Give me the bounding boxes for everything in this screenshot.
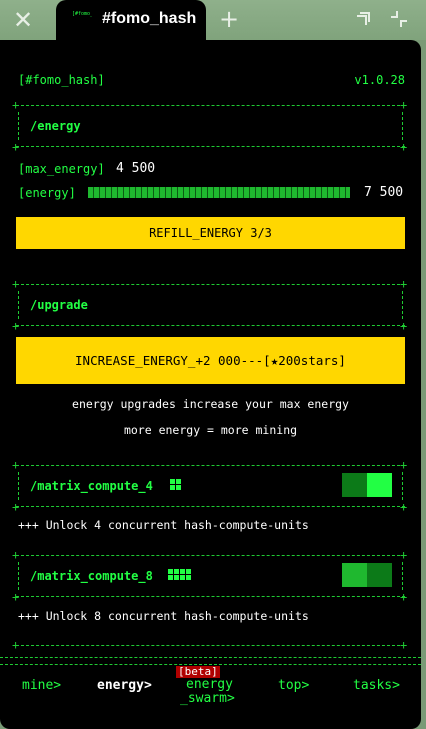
app-favicon-icon: [#fomo_hash] xyxy=(72,11,92,17)
refill-energy-button[interactable]: REFILL_ENERGY 3/3 xyxy=(16,217,405,249)
upgrade-info-text: more energy = more mining xyxy=(123,423,298,437)
energy-section-header: /energy xyxy=(16,105,405,147)
corner-plus: + xyxy=(12,638,20,652)
corner-plus: + xyxy=(400,458,408,472)
energy-value: 7 500 xyxy=(364,185,404,200)
nav-top[interactable]: top> xyxy=(278,678,309,693)
corner-plus: + xyxy=(400,548,408,562)
corner-plus: + xyxy=(400,98,408,112)
energy-progress-bar xyxy=(88,187,350,198)
feature-description: +++ Unlock 8 concurrent hash-compute-uni… xyxy=(18,609,309,623)
corner-plus: + xyxy=(12,98,20,112)
matrix-compute-8-toggle[interactable] xyxy=(342,563,392,587)
grid-2x2-icon xyxy=(170,479,181,490)
corner-plus: + xyxy=(12,500,20,514)
section-divider xyxy=(16,645,405,646)
feature-title: /matrix_compute_4 xyxy=(30,479,153,493)
corner-plus: + xyxy=(400,319,408,333)
restore-window-icon[interactable] xyxy=(354,10,372,28)
corner-plus: + xyxy=(12,458,20,472)
collapse-window-icon[interactable] xyxy=(390,10,408,28)
nav-energy-swarm[interactable]: energy _swarm> xyxy=(180,678,235,706)
energy-label: [energy] xyxy=(18,186,76,200)
feature-description: +++ Unlock 4 concurrent hash-compute-uni… xyxy=(18,518,309,532)
feature-title: /matrix_compute_8 xyxy=(30,569,153,583)
corner-plus: + xyxy=(400,277,408,291)
nav-mine[interactable]: mine> xyxy=(22,678,61,693)
nav-tasks[interactable]: tasks> xyxy=(353,678,400,693)
energy-section-title: /energy xyxy=(30,119,81,133)
corner-plus: + xyxy=(400,140,408,154)
corner-plus: + xyxy=(12,277,20,291)
corner-plus: + xyxy=(12,319,20,333)
grid-4x2-icon xyxy=(168,569,191,580)
max-energy-label: [max_energy] xyxy=(18,162,105,176)
nav-separator xyxy=(0,657,421,665)
browser-tab-bar: ✕ [#fomo_hash] #fomo_hash + xyxy=(0,0,426,40)
app-version: v1.0.28 xyxy=(354,73,405,87)
app-panel: [#fomo_hash] v1.0.28 /energy + + + + [ma… xyxy=(0,40,421,729)
nav-energy-swarm-line1: energy xyxy=(186,677,233,692)
matrix-compute-4-toggle[interactable] xyxy=(342,473,392,497)
tab-title: #fomo_hash xyxy=(102,10,197,27)
corner-plus: + xyxy=(12,548,20,562)
corner-plus: + xyxy=(400,590,408,604)
max-energy-value: 4 500 xyxy=(116,161,156,176)
corner-plus: + xyxy=(12,590,20,604)
increase-energy-button[interactable]: INCREASE_ENERGY_+2 000---[★200stars] xyxy=(16,337,405,384)
app-name: [#fomo_hash] xyxy=(18,73,105,87)
upgrade-info-text: energy upgrades increase your max energy xyxy=(72,397,349,411)
close-icon[interactable]: ✕ xyxy=(10,7,36,33)
corner-plus: + xyxy=(400,500,408,514)
nav-energy[interactable]: energy> xyxy=(97,678,152,693)
corner-plus: + xyxy=(12,140,20,154)
corner-plus: + xyxy=(400,638,408,652)
upgrade-section-title: /upgrade xyxy=(30,298,88,312)
browser-tab[interactable]: [#fomo_hash] #fomo_hash xyxy=(56,0,206,40)
new-tab-plus-icon[interactable]: + xyxy=(218,6,240,32)
nav-energy-swarm-line2: _swarm> xyxy=(180,691,235,706)
upgrade-section-header: /upgrade xyxy=(16,284,405,326)
